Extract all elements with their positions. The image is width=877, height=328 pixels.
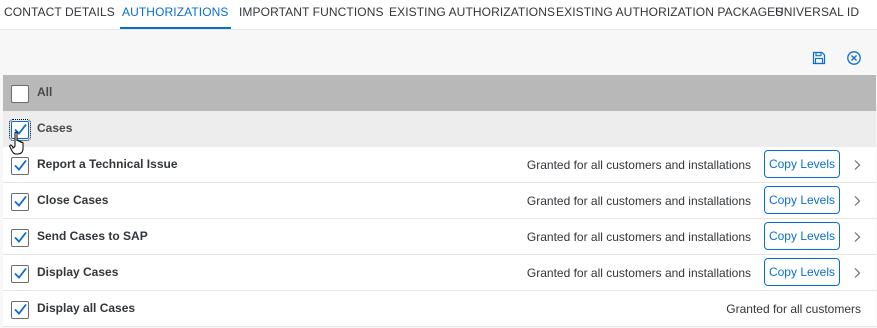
tab-bar: CONTACT DETAILS AUTHORIZATIONS IMPORTANT…: [0, 0, 877, 30]
row-checkbox[interactable]: [11, 157, 29, 175]
copy-levels-button[interactable]: Copy Levels: [764, 150, 840, 178]
row-label: Send Cases to SAP: [37, 229, 148, 243]
table-row: Close Cases Granted for all customers an…: [3, 183, 876, 219]
row-status: Granted for all customers and installati…: [526, 230, 751, 244]
table-row: Send Cases to SAP Granted for all custom…: [3, 219, 876, 255]
row-label: Close Cases: [37, 193, 109, 207]
row-checkbox[interactable]: [11, 265, 29, 283]
checkmark-icon: [14, 231, 27, 243]
copy-levels-button[interactable]: Copy Levels: [764, 186, 840, 214]
tab-existing-authorization-packages[interactable]: EXISTING AUTHORIZATION PACKAGES: [556, 0, 783, 30]
chevron-right-icon[interactable]: [853, 195, 861, 207]
tab-contact-details[interactable]: CONTACT DETAILS: [4, 0, 115, 30]
tab-authorizations[interactable]: AUTHORIZATIONS: [120, 0, 231, 30]
table-row: Display all Cases Granted for all custom…: [3, 291, 876, 327]
copy-levels-button[interactable]: Copy Levels: [764, 222, 840, 250]
row-status: Granted for all customers and installati…: [526, 158, 751, 172]
tab-existing-authorizations[interactable]: EXISTING AUTHORIZATIONS: [389, 0, 555, 30]
table-row: Report a Technical Issue Granted for all…: [3, 147, 876, 183]
tab-universal-id[interactable]: UNIVERSAL ID: [775, 0, 859, 30]
copy-levels-button[interactable]: Copy Levels: [764, 258, 840, 286]
tab-important-functions[interactable]: IMPORTANT FUNCTIONS: [239, 0, 384, 30]
chevron-right-icon[interactable]: [853, 267, 861, 279]
row-status: Granted for all customers and installati…: [526, 194, 751, 208]
row-label: Display all Cases: [37, 301, 136, 315]
select-all-label: All: [37, 85, 53, 99]
chevron-right-icon[interactable]: [853, 159, 861, 171]
save-icon[interactable]: [811, 50, 827, 66]
cancel-icon[interactable]: [846, 50, 862, 66]
row-checkbox[interactable]: [11, 229, 29, 247]
row-checkbox[interactable]: [11, 193, 29, 211]
select-all-checkbox[interactable]: [11, 85, 29, 103]
checkmark-icon: [14, 159, 27, 171]
group-row-cases: Cases: [3, 111, 876, 147]
table-row: Display Cases Granted for all customers …: [3, 255, 876, 291]
row-status: Granted for all customers: [726, 302, 861, 316]
checkmark-icon: [14, 303, 27, 315]
select-all-row: All: [3, 75, 876, 111]
checkmark-icon: [14, 195, 27, 207]
checkmark-icon: [14, 267, 27, 279]
row-checkbox[interactable]: [11, 301, 29, 319]
chevron-right-icon[interactable]: [853, 231, 861, 243]
group-label: Cases: [37, 121, 73, 135]
row-label: Display Cases: [37, 265, 119, 279]
hand-cursor-icon: [9, 131, 24, 155]
row-label: Report a Technical Issue: [37, 157, 178, 171]
row-status: Granted for all customers and installati…: [526, 266, 751, 280]
